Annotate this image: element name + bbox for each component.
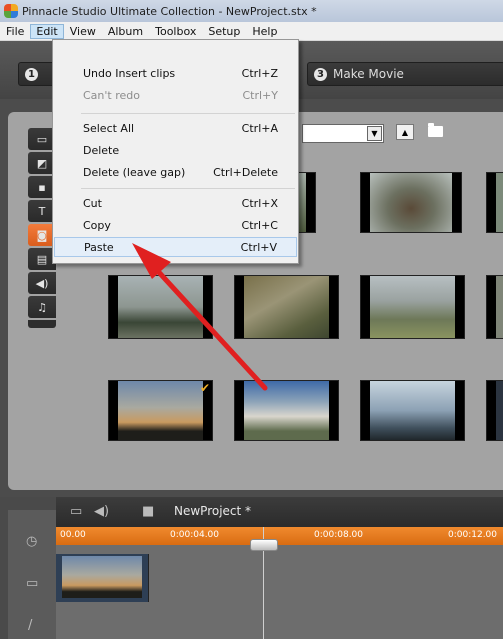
annotation-arrow [132, 243, 268, 391]
arrow-shaft [152, 265, 268, 391]
pinnacle-window: Pinnacle Studio Ultimate Collection - Ne… [0, 0, 503, 639]
arrow-head [132, 243, 171, 279]
